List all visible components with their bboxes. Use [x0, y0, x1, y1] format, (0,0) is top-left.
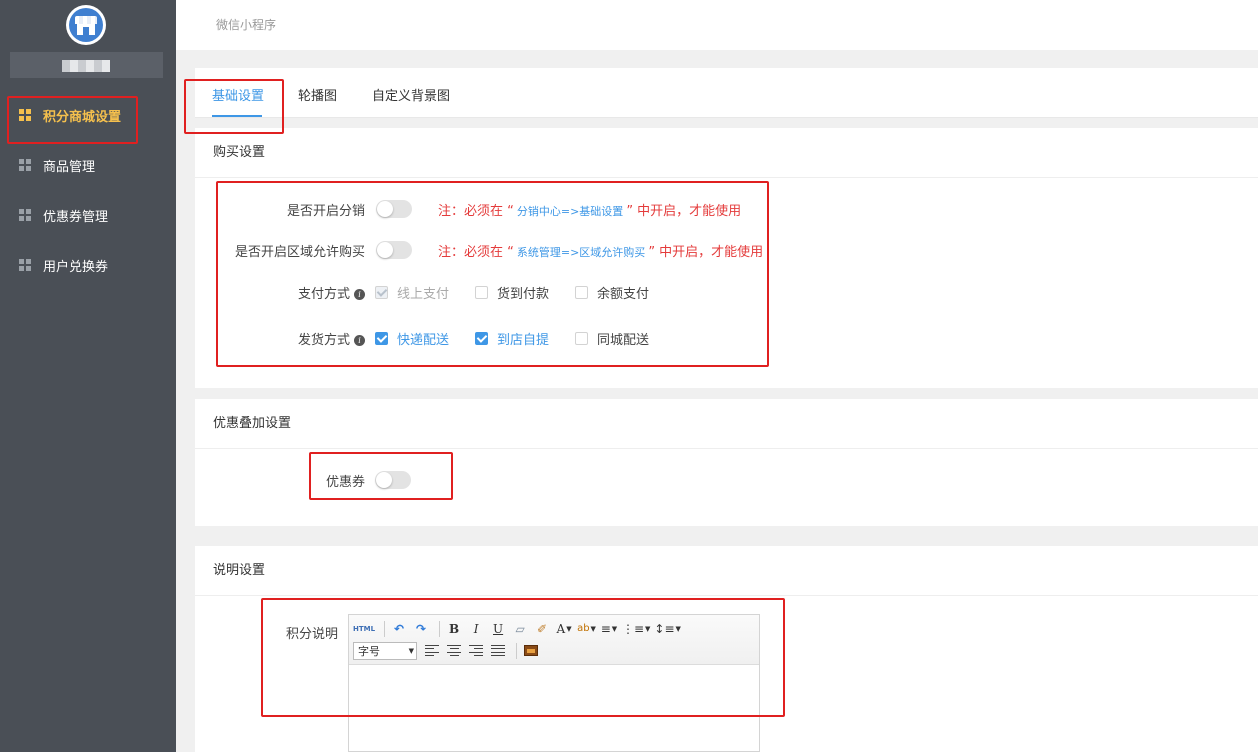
checkbox-box [375, 285, 388, 299]
sidebar-item-product-management[interactable]: 商品管理 [0, 140, 176, 190]
align-left-icon[interactable] [423, 642, 441, 660]
sidebar-item-user-redeem[interactable]: 用户兑换券 [0, 240, 176, 290]
checkbox-label: 货到付款 [497, 286, 550, 302]
section-title: 优惠叠加设置 [195, 399, 1258, 449]
tab-basic-settings[interactable]: 基础设置 [212, 85, 264, 104]
coupon-label: 优惠券 [325, 474, 365, 490]
distribution-toggle[interactable] [376, 200, 412, 218]
settings-tabs: 基础设置 轮播图 自定义背景图 [195, 68, 1258, 118]
sidebar-item-label: 商品管理 [43, 159, 96, 175]
delivery-row: 发货方式 i 快递配送 到店自提 同城配送 [230, 328, 675, 348]
distribution-note: 注：必须在 “分销中心=>基础设置” 中开启，才能使用 [438, 203, 742, 219]
payment-balance-checkbox[interactable]: 余额支付 [575, 283, 649, 302]
delivery-pickup-checkbox[interactable]: 到店自提 [475, 329, 549, 348]
sidebar-nav: 积分商城设置 商品管理 优惠券管理 用户兑换券 [0, 90, 176, 290]
region-label: 是否开启区域允许购买 [234, 244, 365, 260]
store-name-blurred [62, 60, 110, 72]
grid-icon [19, 259, 31, 271]
underline-icon[interactable]: U [489, 620, 507, 638]
sidebar: 积分商城设置 商品管理 优惠券管理 用户兑换券 [0, 0, 176, 752]
checkbox-box [375, 331, 388, 345]
store-icon [69, 8, 103, 42]
checkbox-label: 线上支付 [397, 286, 450, 302]
editor-content-area[interactable] [349, 665, 759, 751]
delivery-express-checkbox[interactable]: 快递配送 [375, 329, 449, 348]
redo-icon[interactable]: ↷ [412, 620, 430, 638]
format-brush-icon[interactable]: ✐ [533, 620, 551, 638]
sidebar-item-label: 积分商城设置 [43, 109, 122, 125]
tab-carousel[interactable]: 轮播图 [298, 85, 337, 104]
sidebar-item-points-mall-settings[interactable]: 积分商城设置 [0, 90, 176, 140]
unordered-list-icon[interactable]: ⋮≡ ▼ [622, 620, 650, 638]
insert-image-icon[interactable] [522, 642, 540, 660]
align-justify-icon[interactable] [489, 642, 507, 660]
payment-online-checkbox[interactable]: 线上支付 [375, 283, 449, 302]
checkbox-label: 到店自提 [497, 332, 550, 348]
align-center-icon[interactable] [445, 642, 463, 660]
region-toggle[interactable] [376, 241, 412, 259]
sidebar-item-label: 用户兑换券 [43, 259, 109, 275]
coupon-row: 优惠券 [310, 470, 411, 490]
highlight-color-icon[interactable]: ab ▼ [577, 620, 596, 638]
distribution-label: 是否开启分销 [286, 203, 365, 219]
coupon-toggle[interactable] [375, 471, 411, 489]
info-icon[interactable]: i [354, 334, 365, 346]
grid-icon [19, 209, 31, 221]
distribution-row: 是否开启分销 注：必须在 “分销中心=>基础设置” 中开启，才能使用 [230, 199, 741, 219]
checkbox-box [475, 285, 489, 299]
breadcrumb[interactable]: 微信小程序 [216, 16, 276, 33]
sidebar-item-label: 优惠券管理 [43, 209, 109, 225]
delivery-local-checkbox[interactable]: 同城配送 [575, 329, 649, 348]
italic-icon[interactable]: I [467, 620, 485, 638]
payment-cod-checkbox[interactable]: 货到付款 [475, 283, 549, 302]
eraser-icon[interactable]: ▱ [511, 620, 529, 638]
checkbox-label: 同城配送 [597, 332, 650, 348]
payment-label: 支付方式 i [230, 283, 365, 302]
payment-row: 支付方式 i 线上支付 货到付款 余额支付 [230, 282, 675, 302]
grid-icon [19, 159, 31, 171]
region-row: 是否开启区域允许购买 注：必须在 “系统管理=>区域允许购买” 中开启，才能使用 [230, 240, 763, 260]
discount-settings-card: 优惠叠加设置 [195, 399, 1258, 526]
sidebar-item-coupon-management[interactable]: 优惠券管理 [0, 190, 176, 240]
font-size-select[interactable]: 字号 ▼ [353, 641, 417, 660]
tab-custom-background[interactable]: 自定义背景图 [372, 85, 450, 104]
checkbox-box [575, 331, 589, 345]
checkbox-box [475, 331, 489, 345]
html-source-button[interactable]: HTML [353, 620, 375, 638]
checkbox-label: 余额支付 [597, 286, 650, 302]
points-description-label: 积分说明 [285, 627, 338, 642]
info-icon[interactable]: i [354, 288, 365, 300]
editor-toolbar: HTML ↶ ↷ B I U ▱ ✐ A ▼ ab ▼ ≡ ▼ ⋮≡ ▼ ↕≡ ▼ 字号 ▼ [349, 615, 759, 665]
font-color-icon[interactable]: A ▼ [555, 620, 573, 638]
grid-icon [19, 109, 31, 121]
section-title: 购买设置 [195, 128, 1258, 178]
checkbox-label: 快递配送 [397, 332, 450, 348]
region-note: 注：必须在 “系统管理=>区域允许购买” 中开启，才能使用 [438, 244, 764, 260]
store-logo [66, 5, 106, 45]
rich-text-editor: HTML ↶ ↷ B I U ▱ ✐ A ▼ ab ▼ ≡ ▼ ⋮≡ ▼ ↕≡ ▼ 字号 ▼ [348, 614, 760, 752]
delivery-label: 发货方式 i [230, 329, 365, 348]
checkbox-box [575, 285, 589, 299]
bold-icon[interactable]: B [445, 620, 463, 638]
top-header: 微信小程序 [176, 0, 1258, 50]
undo-icon[interactable]: ↶ [390, 620, 408, 638]
section-title: 说明设置 [195, 546, 1258, 596]
align-right-icon[interactable] [467, 642, 485, 660]
ordered-list-icon[interactable]: ≡ ▼ [600, 620, 618, 638]
line-height-icon[interactable]: ↕≡ ▼ [654, 620, 681, 638]
active-tab-indicator [212, 115, 262, 117]
